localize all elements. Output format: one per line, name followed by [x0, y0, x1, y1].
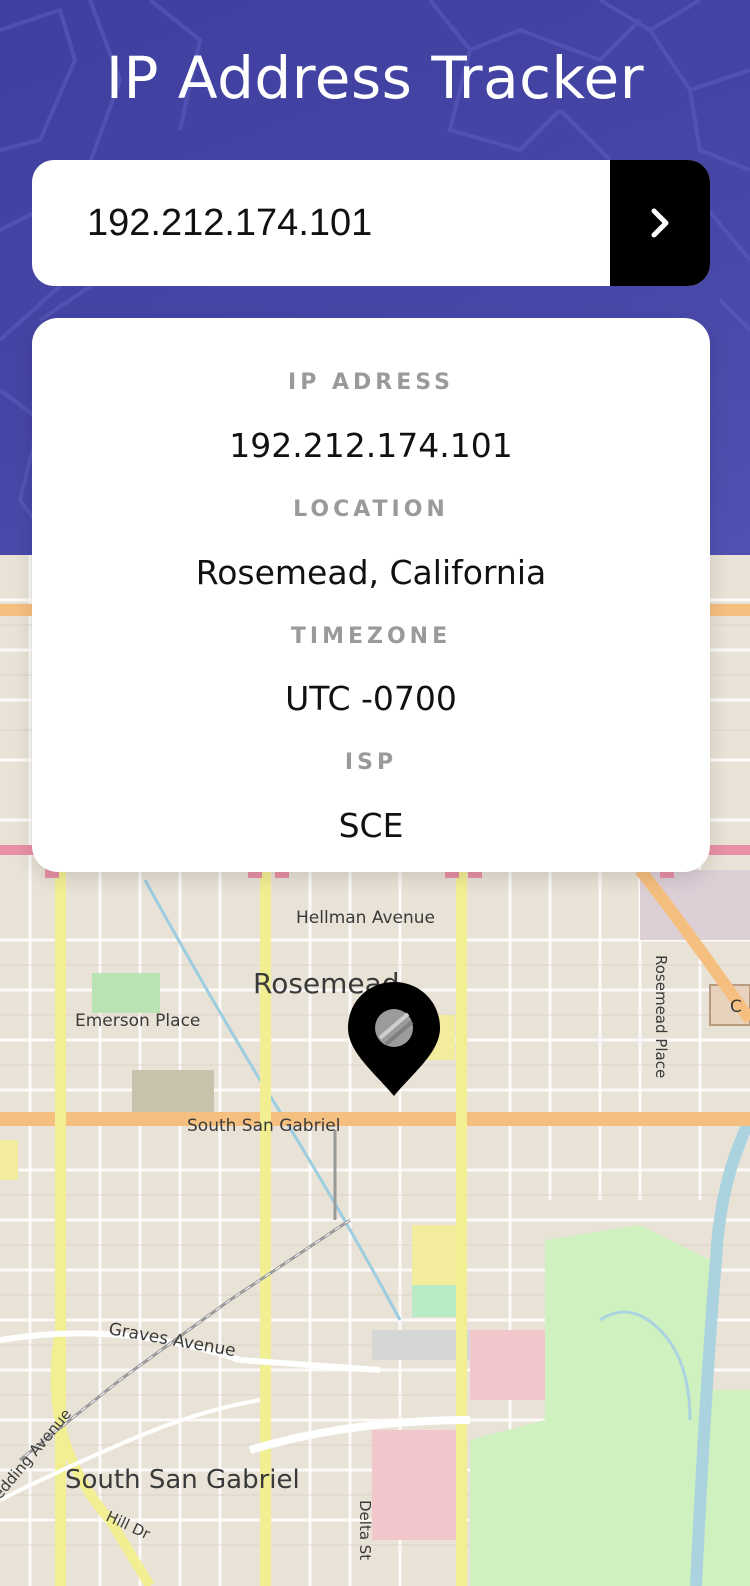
ip-address-value: 192.212.174.101	[229, 426, 513, 465]
ip-address-label: IP ADRESS	[288, 370, 454, 395]
timezone-label: TIMEZONE	[290, 624, 452, 649]
page-title: IP Address Tracker	[105, 44, 645, 112]
map-label-delta: Delta St	[356, 1500, 374, 1560]
ip-search-input[interactable]	[32, 160, 610, 286]
location-pin-icon[interactable]	[346, 980, 442, 1098]
timezone-value: UTC -0700	[285, 679, 457, 718]
isp-label: ISP	[344, 750, 398, 775]
map-label-c: C	[730, 997, 742, 1017]
map-label-south-san-gabriel-area: South San Gabriel	[65, 1465, 300, 1495]
page: Hellman Avenue Rosemead Emerson Place Ro…	[0, 0, 750, 1586]
search-bar	[32, 160, 710, 286]
map-label-emerson: Emerson Place	[75, 1011, 200, 1031]
map-label-rosemead-place: Rosemead Place	[652, 955, 670, 1078]
location-label: LOCATION	[293, 497, 449, 522]
map-label-hellman: Hellman Avenue	[296, 908, 435, 928]
isp-value: SCE	[338, 806, 404, 845]
location-value: Rosemead, California	[195, 553, 547, 592]
search-submit-button[interactable]	[610, 160, 710, 286]
chevron-right-icon	[651, 208, 669, 238]
map-label-south-san-gabriel-road: South San Gabriel	[187, 1116, 340, 1136]
ip-info-card: IP ADRESS 192.212.174.101 LOCATION Rosem…	[32, 318, 710, 872]
